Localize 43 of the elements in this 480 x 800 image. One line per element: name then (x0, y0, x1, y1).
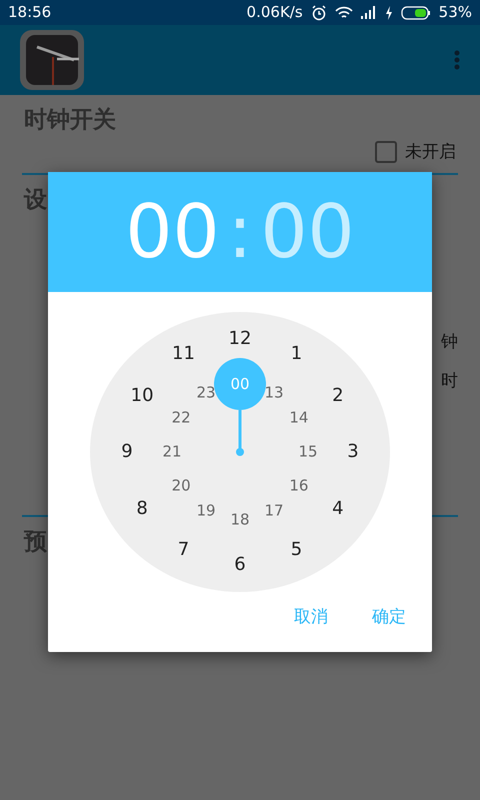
dial-number[interactable]: 5 (290, 540, 302, 559)
dial-number[interactable]: 20 (172, 478, 191, 494)
network-speed: 0.06K/s (246, 2, 303, 24)
section-title: 预 (24, 528, 47, 554)
wifi-icon (334, 6, 353, 20)
clock-app-icon (20, 30, 84, 90)
time-separator: : (228, 195, 252, 269)
dial-number[interactable]: 19 (196, 503, 216, 518)
clock-hand[interactable] (236, 410, 244, 456)
dial-number[interactable]: 3 (347, 443, 359, 461)
battery-icon (400, 6, 431, 20)
checkbox-label: 未开启 (405, 140, 456, 164)
dial-number[interactable]: 2 (332, 386, 344, 404)
battery-percent: 53% (438, 2, 472, 24)
checkbox[interactable] (375, 141, 397, 164)
dial-number[interactable]: 17 (264, 503, 284, 518)
charging-icon (384, 6, 393, 20)
signal-icon (360, 6, 377, 19)
dial-number[interactable]: 15 (298, 444, 318, 460)
dial-number[interactable]: 12 (228, 330, 252, 348)
dial-number[interactable]: 23 (196, 386, 216, 401)
dial-number[interactable]: 6 (234, 556, 246, 574)
dial-number[interactable]: 14 (289, 410, 308, 426)
setting-label: 时 (441, 370, 458, 393)
dial-number[interactable]: 13 (264, 386, 284, 401)
dial-number[interactable]: 11 (172, 345, 195, 364)
section-title: 设 (24, 187, 47, 213)
dial-number[interactable]: 10 (130, 386, 154, 404)
section-title: 时钟开关 (24, 107, 116, 133)
dial-number[interactable]: 4 (332, 500, 344, 518)
setting-label: 钟 (441, 330, 458, 354)
overflow-menu-icon[interactable] (454, 50, 460, 70)
dial-number[interactable]: 18 (230, 512, 250, 528)
dial-number[interactable]: 21 (162, 444, 182, 460)
status-time: 18:56 (8, 2, 52, 24)
dial-number[interactable]: 7 (178, 540, 190, 559)
dial-number[interactable]: 9 (121, 443, 133, 461)
dial-number[interactable]: 22 (172, 410, 191, 426)
dial-number[interactable]: 8 (136, 500, 148, 518)
clock-dial[interactable]: 12 1 2 3 4 5 6 7 8 9 10 11 00 13 14 15 16 17 18 19 20 21 22 23 (90, 312, 390, 592)
dial-number[interactable]: 1 (290, 345, 302, 364)
dial-number[interactable]: 16 (289, 478, 308, 494)
alarm-icon (310, 4, 327, 20)
